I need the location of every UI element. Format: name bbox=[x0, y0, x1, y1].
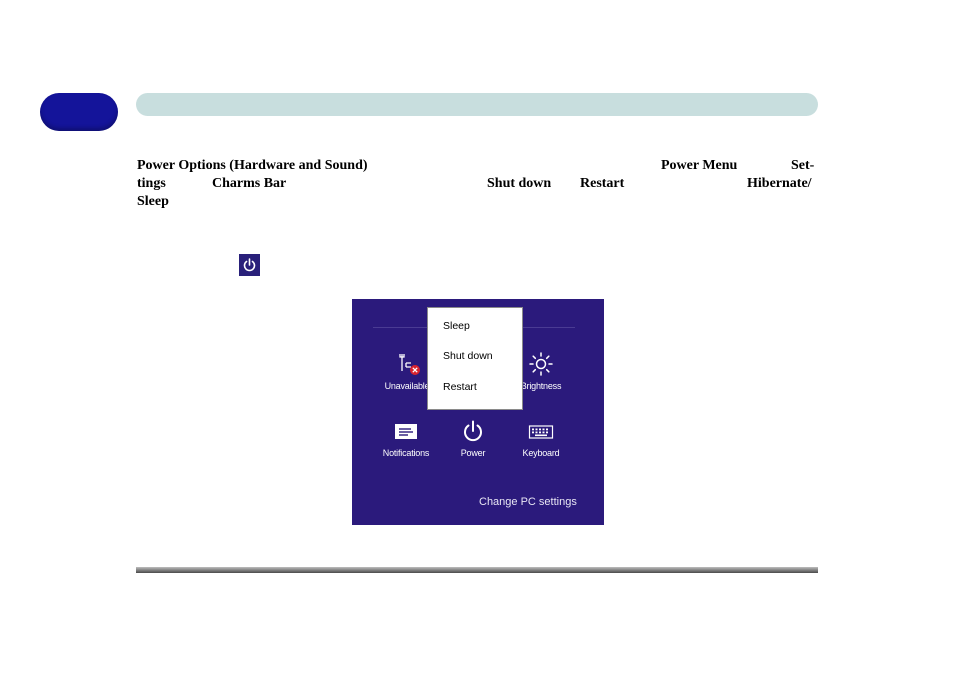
chapter-tab bbox=[40, 93, 118, 131]
term-shut-down: Shut down bbox=[487, 176, 552, 191]
power-icon bbox=[464, 420, 482, 442]
footer-rule bbox=[136, 567, 818, 573]
term-settings-part2: tings bbox=[137, 176, 166, 191]
notifications-icon bbox=[395, 424, 417, 439]
menu-item-sleep[interactable]: Sleep bbox=[443, 320, 470, 332]
tile-power[interactable]: Power bbox=[440, 420, 506, 458]
change-pc-settings-link[interactable]: Change PC settings bbox=[479, 496, 577, 508]
tile-keyboard[interactable]: Keyboard bbox=[508, 420, 574, 458]
header-bar bbox=[136, 93, 818, 116]
settings-charm-screenshot: Unavailable Brightness Notifications Pow… bbox=[352, 299, 604, 525]
tile-label: Keyboard bbox=[522, 448, 560, 458]
tile-notifications[interactable]: Notifications bbox=[373, 420, 439, 458]
term-restart: Restart bbox=[580, 176, 625, 191]
brightness-icon bbox=[529, 352, 553, 376]
term-sleep: Sleep bbox=[137, 194, 169, 209]
menu-item-shut-down[interactable]: Shut down bbox=[443, 350, 493, 362]
tile-label: Power bbox=[460, 448, 486, 458]
power-icon bbox=[239, 254, 260, 276]
keyboard-icon bbox=[528, 425, 554, 439]
term-hibernate: Hibernate/ bbox=[747, 176, 812, 191]
term-charms-bar: Charms Bar bbox=[212, 176, 287, 191]
term-settings-part1: Set- bbox=[791, 158, 815, 173]
network-unavailable-icon bbox=[399, 354, 420, 375]
menu-item-restart[interactable]: Restart bbox=[443, 381, 477, 393]
term-power-options: Power Options (Hardware and Sound) bbox=[137, 158, 368, 173]
tile-label: Notifications bbox=[382, 448, 430, 458]
power-menu-popup: Sleep Shut down Restart bbox=[427, 307, 523, 410]
term-power-menu: Power Menu bbox=[661, 158, 738, 173]
